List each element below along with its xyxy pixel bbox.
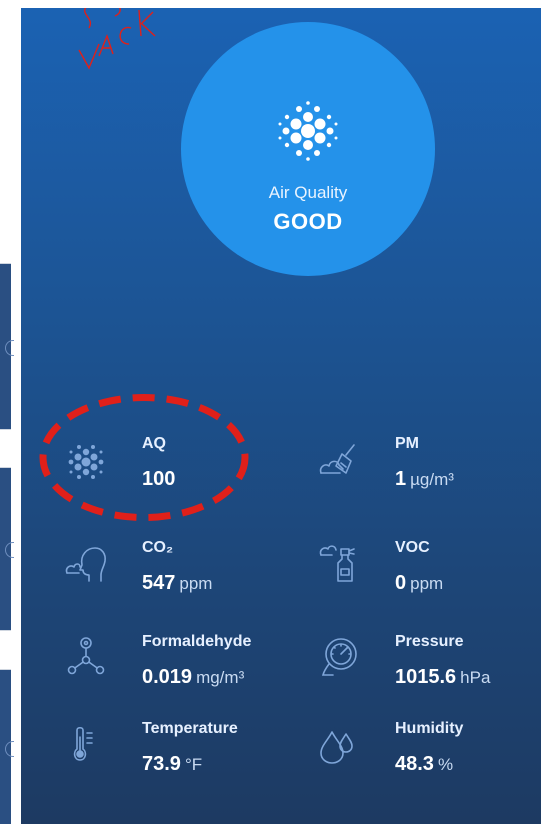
metric-co2[interactable]: CO₂ 547 ppm — [65, 539, 295, 619]
metric-temperature-number: 73.9 — [142, 753, 181, 775]
metric-humidity-name: Humidity — [395, 720, 464, 737]
metric-voc-name: VOC — [395, 539, 430, 556]
metric-pressure-number: 1015.6 — [395, 666, 457, 688]
metric-voc-value: 0 ppm — [395, 572, 443, 595]
metric-formaldehyde-value: 0.019 mg/m³ — [142, 666, 244, 689]
spray-bottle-icon — [319, 545, 355, 582]
air-quality-status: GOOD — [273, 209, 343, 234]
metric-pm-value: 1 µg/m³ — [395, 468, 454, 491]
air-quality-label: Air Quality — [268, 183, 348, 202]
metric-aq-name: AQ — [142, 435, 166, 452]
metric-temperature-value: 73.9 °F — [142, 753, 202, 776]
metric-pressure-value: 1015.6 hPa — [395, 666, 490, 689]
screenshot-stage: Air Quality GOOD AQ 100 PM 1 µg/m³ CO₂ 5… — [0, 0, 541, 824]
metric-pm-number: 1 — [395, 468, 407, 490]
air-monitor-screen: Air Quality GOOD AQ 100 PM 1 µg/m³ CO₂ 5… — [21, 8, 541, 824]
metric-co2-number: 547 — [142, 572, 176, 594]
metric-pressure-name: Pressure — [395, 633, 464, 650]
metric-formaldehyde-number: 0.019 — [142, 666, 193, 688]
metric-pm[interactable]: PM 1 µg/m³ — [318, 435, 541, 515]
metric-voc-unit: ppm — [410, 574, 444, 593]
handwritten-scribble — [78, 8, 156, 70]
air-quality-summary[interactable]: Air Quality GOOD — [181, 22, 435, 276]
metric-formaldehyde[interactable]: Formaldehyde 0.019 mg/m³ — [65, 633, 295, 713]
metric-humidity[interactable]: Humidity 48.3% — [318, 720, 541, 800]
metric-aq[interactable]: AQ 100 — [65, 435, 295, 515]
metric-humidity-value: 48.3% — [395, 753, 453, 776]
metric-pressure[interactable]: Pressure 1015.6 hPa — [318, 633, 541, 713]
metric-humidity-number: 48.3 — [395, 753, 434, 775]
adjacent-screen-thumbnail[interactable] — [0, 263, 14, 430]
metric-co2-unit: ppm — [179, 574, 213, 593]
metric-pm-unit: µg/m³ — [410, 470, 454, 489]
adjacent-screen-thumbnail[interactable] — [0, 467, 14, 631]
metric-voc-number: 0 — [395, 572, 407, 594]
gauge-icon — [321, 638, 357, 676]
metric-formaldehyde-unit: mg/m³ — [196, 668, 245, 687]
metric-humidity-unit: % — [437, 755, 454, 774]
air-quality-dots-icon — [68, 445, 104, 479]
metric-aq-value: 100 — [142, 468, 175, 491]
metric-temperature[interactable]: Temperature 73.9 °F — [65, 720, 295, 800]
metric-co2-name: CO₂ — [142, 539, 174, 556]
metric-aq-number: 100 — [142, 468, 176, 490]
metric-temperature-name: Temperature — [142, 720, 238, 737]
air-quality-dots-icon — [278, 101, 338, 161]
metric-co2-value: 547 ppm — [142, 572, 212, 595]
metric-temperature-unit: °F — [184, 755, 203, 774]
molecule-icon — [67, 637, 105, 675]
metric-pressure-unit: hPa — [460, 668, 491, 687]
head-breath-icon — [65, 547, 106, 582]
water-drops-icon — [320, 731, 353, 764]
broom-cloud-icon — [319, 444, 355, 474]
metric-voc[interactable]: VOC 0 ppm — [318, 539, 541, 619]
adjacent-screen-thumbnail[interactable] — [0, 669, 14, 824]
metric-formaldehyde-name: Formaldehyde — [142, 633, 252, 650]
thermometer-icon — [73, 726, 93, 761]
metric-pm-name: PM — [395, 435, 419, 452]
